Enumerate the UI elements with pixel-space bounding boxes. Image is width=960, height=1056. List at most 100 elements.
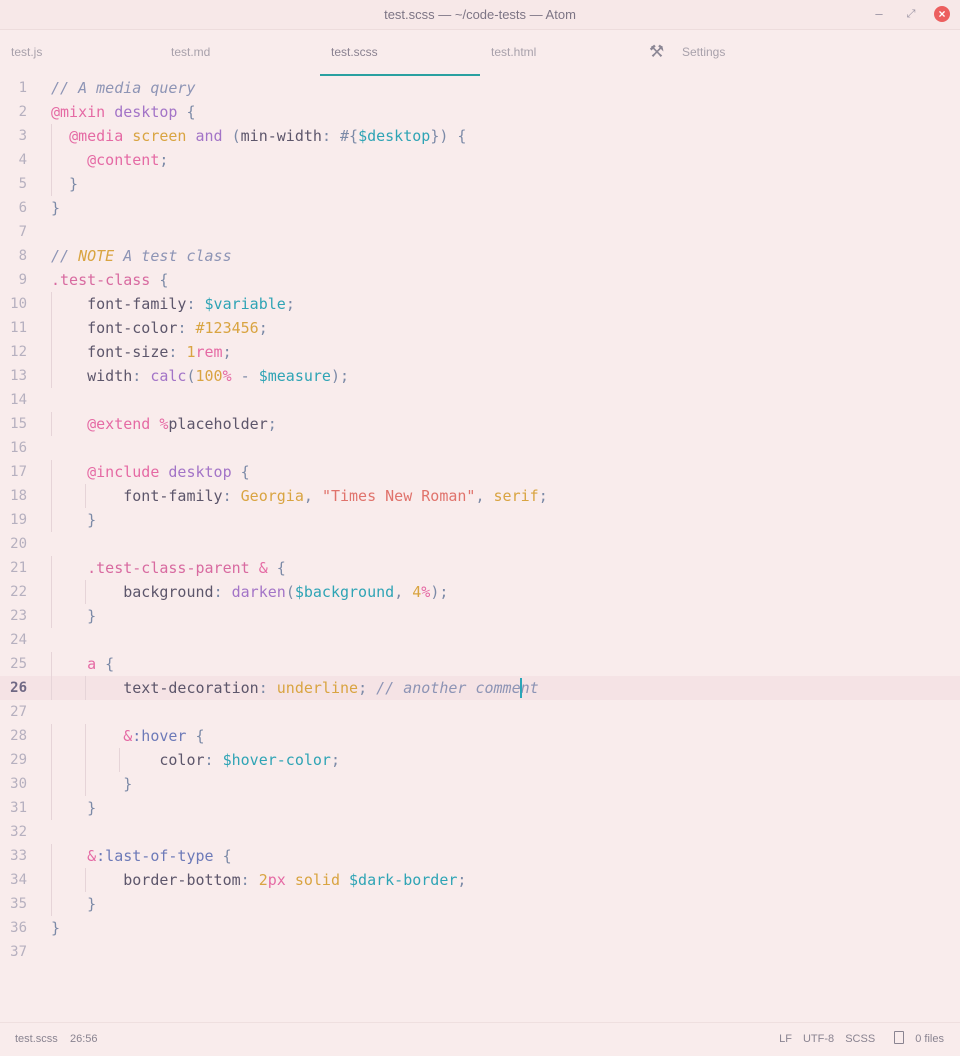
- code-line[interactable]: 11 font-color: #123456;: [0, 316, 960, 340]
- line-number[interactable]: 21: [0, 556, 27, 580]
- line-number[interactable]: 24: [0, 628, 27, 652]
- line-number[interactable]: 2: [0, 100, 27, 124]
- code-line[interactable]: 15 @extend %placeholder;: [0, 412, 960, 436]
- code-line[interactable]: 26 text-decoration: underline; // anothe…: [0, 676, 960, 700]
- line-number[interactable]: 27: [0, 700, 27, 724]
- line-number[interactable]: 19: [0, 508, 27, 532]
- line-number[interactable]: 36: [0, 916, 27, 940]
- line-number[interactable]: 29: [0, 748, 27, 772]
- line-number[interactable]: 37: [0, 940, 27, 964]
- line-number[interactable]: 11: [0, 316, 27, 340]
- code-line[interactable]: 17 @include desktop {: [0, 460, 960, 484]
- code-line[interactable]: 28 &:hover {: [0, 724, 960, 748]
- code-text: .test-class-parent & {: [51, 556, 286, 580]
- code-line[interactable]: 36}: [0, 916, 960, 940]
- code-line[interactable]: 9 .test-class {: [0, 268, 960, 292]
- line-number[interactable]: 15: [0, 412, 27, 436]
- tab-test-html[interactable]: test.html: [480, 30, 640, 76]
- line-number[interactable]: 14: [0, 388, 27, 412]
- line-number[interactable]: 31: [0, 796, 27, 820]
- line-number[interactable]: 6: [0, 196, 27, 220]
- code-line[interactable]: 6}: [0, 196, 960, 220]
- code-line[interactable]: 12 font-size: 1rem;: [0, 340, 960, 364]
- status-files[interactable]: 0 files: [886, 1031, 944, 1045]
- line-number[interactable]: 10: [0, 292, 27, 316]
- status-file-name[interactable]: test.scss: [15, 1023, 58, 1055]
- line-number[interactable]: 16: [0, 436, 27, 460]
- code-line[interactable]: 13 width: calc(100% - $measure);: [0, 364, 960, 388]
- code-line[interactable]: 25 a {: [0, 652, 960, 676]
- code-line[interactable]: 22 background: darken($background, 4%);: [0, 580, 960, 604]
- line-number[interactable]: 33: [0, 844, 27, 868]
- code-line[interactable]: 1 // A media query: [0, 76, 960, 100]
- line-number[interactable]: 22: [0, 580, 27, 604]
- line-number[interactable]: 8: [0, 244, 27, 268]
- code-line[interactable]: 27: [0, 700, 960, 724]
- minimize-icon[interactable]: –: [870, 5, 888, 23]
- code-line[interactable]: 33 &:last-of-type {: [0, 844, 960, 868]
- code-line[interactable]: 7: [0, 220, 960, 244]
- code-text: // A media query: [51, 76, 196, 100]
- line-number[interactable]: 7: [0, 220, 27, 244]
- code-token: solid: [294, 871, 340, 889]
- code-line[interactable]: 34 border-bottom: 2px solid $dark-border…: [0, 868, 960, 892]
- code-line[interactable]: 20: [0, 532, 960, 556]
- code-line[interactable]: 30 }: [0, 772, 960, 796]
- tab-test-md[interactable]: test.md: [160, 30, 320, 76]
- code-token: ;: [358, 679, 377, 697]
- code-line[interactable]: 4 @content;: [0, 148, 960, 172]
- code-line[interactable]: 10 font-family: $variable;: [0, 292, 960, 316]
- line-number[interactable]: 3: [0, 124, 27, 148]
- line-number[interactable]: 34: [0, 868, 27, 892]
- code-line[interactable]: 2 @mixin desktop {: [0, 100, 960, 124]
- status-line-ending[interactable]: LF: [779, 1033, 792, 1045]
- code-line[interactable]: 29 color: $hover-color;: [0, 748, 960, 772]
- code-line[interactable]: 35 }: [0, 892, 960, 916]
- line-number[interactable]: 32: [0, 820, 27, 844]
- line-number[interactable]: 25: [0, 652, 27, 676]
- tab-test-js[interactable]: test.js: [0, 30, 160, 76]
- status-cursor-position[interactable]: 26:56: [70, 1023, 98, 1055]
- status-bar: test.scss 26:56 LF UTF-8 SCSS 0 files: [0, 1022, 960, 1056]
- code-token: ;: [159, 151, 169, 169]
- line-number[interactable]: 9: [0, 268, 27, 292]
- code-token: ;: [258, 319, 268, 337]
- code-line[interactable]: 31 }: [0, 796, 960, 820]
- tab-settings[interactable]: ⚒ Settings: [640, 30, 800, 76]
- code-token: %: [222, 367, 232, 385]
- code-line[interactable]: 24: [0, 628, 960, 652]
- line-number[interactable]: 35: [0, 892, 27, 916]
- line-number[interactable]: 12: [0, 340, 27, 364]
- line-number[interactable]: 17: [0, 460, 27, 484]
- code-line[interactable]: 14: [0, 388, 960, 412]
- code-line[interactable]: 23 }: [0, 604, 960, 628]
- line-number[interactable]: 18: [0, 484, 27, 508]
- line-number[interactable]: 13: [0, 364, 27, 388]
- line-number[interactable]: 26: [0, 676, 27, 700]
- close-icon[interactable]: ×: [934, 6, 950, 22]
- line-number[interactable]: 20: [0, 532, 27, 556]
- status-grammar[interactable]: SCSS: [845, 1033, 875, 1045]
- code-token: }: [51, 919, 61, 937]
- line-number[interactable]: 30: [0, 772, 27, 796]
- code-line[interactable]: 8 // NOTE A test class: [0, 244, 960, 268]
- code-line[interactable]: 32: [0, 820, 960, 844]
- line-number[interactable]: 4: [0, 148, 27, 172]
- code-line[interactable]: 21 .test-class-parent & {: [0, 556, 960, 580]
- status-encoding[interactable]: UTF-8: [803, 1033, 834, 1045]
- code-line[interactable]: 3 @media screen and (min-width: #{$deskt…: [0, 124, 960, 148]
- line-number[interactable]: 5: [0, 172, 27, 196]
- line-number[interactable]: 23: [0, 604, 27, 628]
- line-number[interactable]: 28: [0, 724, 27, 748]
- code-line[interactable]: 18 font-family: Georgia, "Times New Roma…: [0, 484, 960, 508]
- code-token: rem: [195, 343, 223, 361]
- code-line[interactable]: 19 }: [0, 508, 960, 532]
- maximize-icon[interactable]: ⤢: [902, 5, 920, 23]
- tab-test-scss[interactable]: test.scss: [320, 30, 480, 76]
- code-line[interactable]: 37: [0, 940, 960, 964]
- code-line[interactable]: 5 }: [0, 172, 960, 196]
- code-editor[interactable]: 1 // A media query 2 @mixin desktop {3 @med…: [0, 76, 960, 1022]
- code-token: ;: [538, 487, 548, 505]
- code-line[interactable]: 16: [0, 436, 960, 460]
- line-number[interactable]: 1: [0, 76, 27, 100]
